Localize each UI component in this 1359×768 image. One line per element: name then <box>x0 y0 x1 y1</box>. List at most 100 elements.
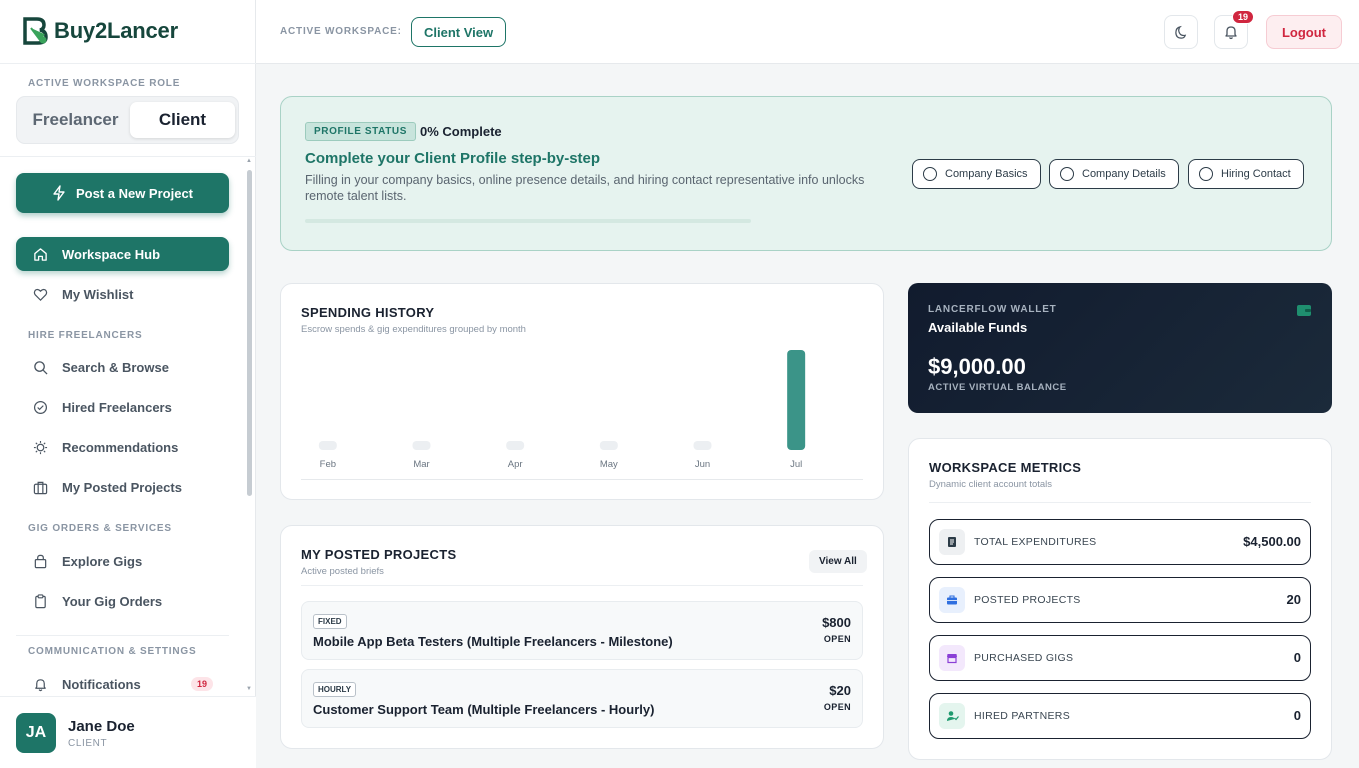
post-project-button[interactable]: Post a New Project <box>16 173 229 213</box>
step-company-details[interactable]: Company Details <box>1049 159 1179 189</box>
project-type-badge: HOURLY <box>313 682 357 697</box>
projects-title: MY POSTED PROJECTS <box>301 547 457 562</box>
brand-logo[interactable]: Buy2Lancer <box>22 16 178 46</box>
project-row[interactable]: HOURLY Customer Support Team (Multiple F… <box>301 669 863 728</box>
x-tick-label: Feb <box>320 459 336 470</box>
project-price: $800 <box>822 615 851 630</box>
sidebar-item-hired[interactable]: Hired Freelancers <box>16 390 229 424</box>
post-project-label: Post a New Project <box>75 185 194 201</box>
step-label: Company Basics <box>945 168 1028 180</box>
metric-posted-projects[interactable]: POSTED PROJECTS 20 <box>929 577 1311 623</box>
profile-progress-bar <box>305 219 751 223</box>
role-client-button[interactable]: Client <box>130 102 235 138</box>
metric-hired-partners[interactable]: HIRED PARTNERS 0 <box>929 693 1311 739</box>
workspace-view-button[interactable]: Client View <box>411 17 507 47</box>
sidebar-scrollbar[interactable] <box>247 170 252 496</box>
circle-icon <box>1060 167 1074 181</box>
metrics-subtitle: Dynamic client account totals <box>929 479 1053 490</box>
user-check-icon <box>939 703 965 729</box>
avatar: JA <box>16 713 56 753</box>
store-icon <box>939 645 965 671</box>
project-type-badge: FIXED <box>313 614 347 629</box>
metric-value: 20 <box>1286 592 1301 607</box>
spending-history-card: SPENDING HISTORY Escrow spends & gig exp… <box>280 283 884 500</box>
step-company-basics[interactable]: Company Basics <box>912 159 1041 189</box>
sidebar-item-wishlist[interactable]: My Wishlist <box>16 277 229 311</box>
sidebar-item-explore-gigs[interactable]: Explore Gigs <box>16 544 229 578</box>
metric-value: $4,500.00 <box>1243 534 1301 549</box>
metric-label: TOTAL EXPENDITURES <box>974 536 1097 548</box>
x-tick-label: May <box>600 459 618 470</box>
workspace-metrics-card: WORKSPACE METRICS Dynamic client account… <box>908 438 1332 760</box>
step-label: Company Details <box>1082 168 1166 180</box>
view-all-button[interactable]: View All <box>809 550 867 573</box>
sidebar-item-recommendations[interactable]: Recommendations <box>16 430 229 464</box>
user-name: Jane Doe <box>68 718 135 735</box>
bar-jul <box>787 350 806 450</box>
sidebar-item-label: Hired Freelancers <box>62 399 172 415</box>
wallet-subtitle: Available Funds <box>928 320 1028 335</box>
x-tick-label: Jul <box>790 459 802 470</box>
profile-description: Filling in your company basics, online p… <box>305 173 865 203</box>
profile-status-tag: PROFILE STATUS <box>305 122 417 141</box>
projects-subtitle: Active posted briefs <box>301 566 384 577</box>
wallet-label: LANCERFLOW WALLET <box>928 304 1057 315</box>
metric-purchased-gigs[interactable]: PURCHASED GIGS 0 <box>929 635 1311 681</box>
scroll-up-icon[interactable]: ▲ <box>246 158 252 164</box>
sidebar-item-gig-orders[interactable]: Your Gig Orders <box>16 584 229 618</box>
bar-may <box>599 441 618 450</box>
sidebar-item-label: Notifications <box>62 676 141 692</box>
clipboard-icon <box>32 593 48 609</box>
workspace-label: ACTIVE WORKSPACE: <box>280 26 402 37</box>
wallet-card: LANCERFLOW WALLET Available Funds $9,000… <box>908 283 1332 413</box>
dark-mode-toggle[interactable] <box>1164 15 1198 49</box>
logout-button[interactable]: Logout <box>1266 15 1342 49</box>
metric-total-expenditures[interactable]: TOTAL EXPENDITURES $4,500.00 <box>929 519 1311 565</box>
x-tick-label: Apr <box>508 459 523 470</box>
x-tick-label: Mar <box>413 459 429 470</box>
project-name: Mobile App Beta Testers (Multiple Freela… <box>313 634 673 649</box>
home-icon <box>32 246 48 262</box>
briefcase-icon <box>32 479 48 495</box>
sidebar-item-label: My Posted Projects <box>62 479 182 495</box>
scroll-down-icon[interactable]: ▼ <box>246 686 252 692</box>
metric-value: 0 <box>1293 650 1301 665</box>
profile-title: Complete your Client Profile step-by-ste… <box>305 150 601 167</box>
bar-apr <box>506 441 525 450</box>
project-row[interactable]: FIXED Mobile App Beta Testers (Multiple … <box>301 601 863 660</box>
bell-icon <box>32 676 48 692</box>
metric-value: 0 <box>1293 708 1301 723</box>
metric-label: PURCHASED GIGS <box>974 652 1074 664</box>
moon-icon <box>1174 25 1186 39</box>
project-status: OPEN <box>823 634 851 644</box>
step-hiring-contact[interactable]: Hiring Contact <box>1188 159 1304 189</box>
bar-jun <box>693 441 712 450</box>
spending-title: SPENDING HISTORY <box>301 305 435 320</box>
sidebar-item-label: Your Gig Orders <box>62 593 163 609</box>
role-freelancer-button[interactable]: Freelancer <box>23 102 128 138</box>
wallet-balance-label: ACTIVE VIRTUAL BALANCE <box>928 382 1067 393</box>
metrics-title: WORKSPACE METRICS <box>929 460 1082 475</box>
sidebar-item-posted-projects[interactable]: My Posted Projects <box>16 470 229 504</box>
lightbulb-icon <box>32 439 48 455</box>
heart-icon <box>32 286 48 302</box>
notification-badge: 19 <box>190 677 213 691</box>
project-name: Customer Support Team (Multiple Freelanc… <box>313 702 655 717</box>
sidebar-item-workspace-hub[interactable]: Workspace Hub <box>16 237 229 271</box>
user-profile[interactable]: JA Jane Doe CLIENT <box>0 696 256 768</box>
briefcase-icon <box>939 587 965 613</box>
sidebar-item-label: Explore Gigs <box>62 553 143 569</box>
wallet-icon <box>1297 305 1311 316</box>
divider <box>0 63 256 64</box>
profile-percent: 0% Complete <box>420 124 502 139</box>
comm-section-label: COMMUNICATION & SETTINGS <box>28 646 197 657</box>
sidebar-item-search[interactable]: Search & Browse <box>16 350 229 384</box>
spending-chart: Feb Mar Apr May Jun Jul <box>318 350 806 470</box>
wallet-amount: $9,000.00 <box>928 354 1026 379</box>
metric-label: HIRED PARTNERS <box>974 710 1070 722</box>
brand-name: Buy2Lancer <box>54 18 178 43</box>
posted-projects-card: MY POSTED PROJECTS Active posted briefs … <box>280 525 884 749</box>
role-section-label: ACTIVE WORKSPACE ROLE <box>28 78 181 89</box>
bell-icon <box>1225 26 1237 40</box>
metric-label: POSTED PROJECTS <box>974 594 1081 606</box>
